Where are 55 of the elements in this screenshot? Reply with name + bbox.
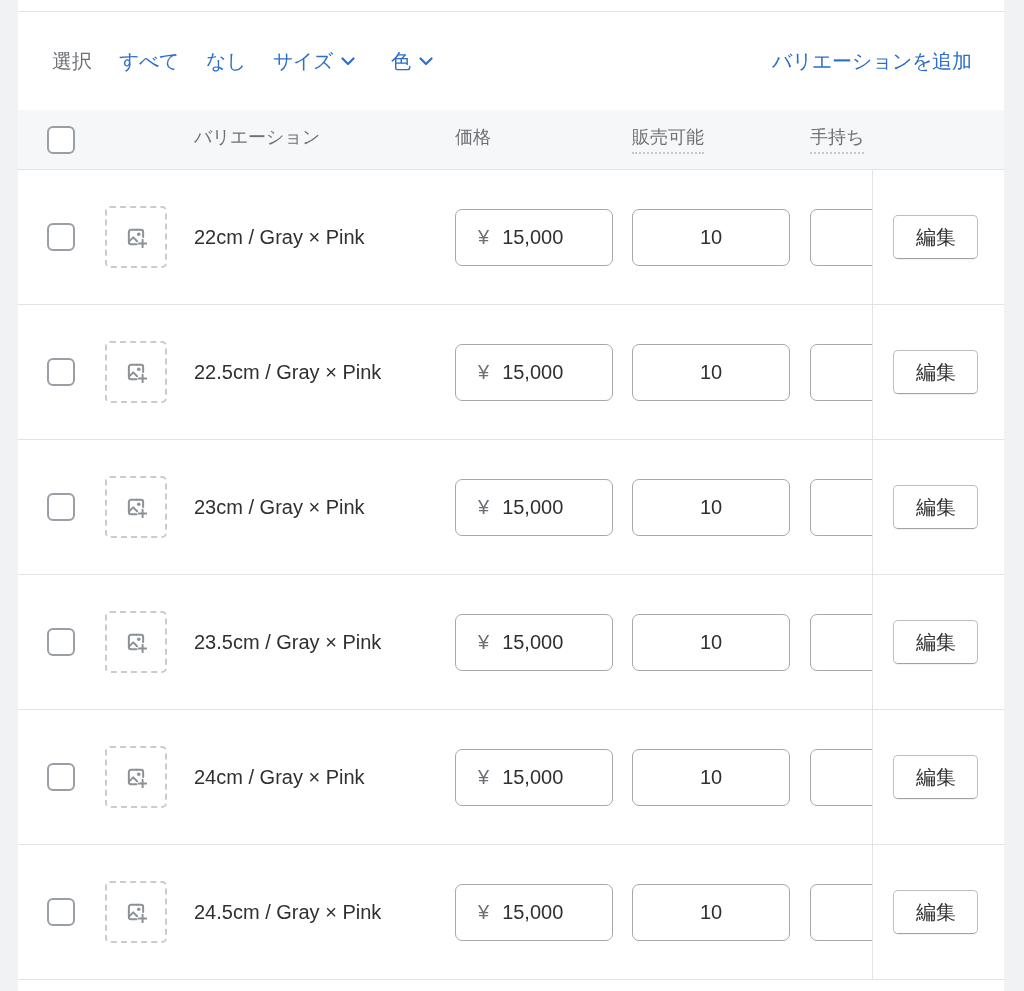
row-checkbox[interactable] xyxy=(47,493,75,521)
edit-button[interactable]: 編集 xyxy=(893,620,978,664)
variant-name: 23cm / Gray × Pink xyxy=(194,495,365,519)
image-add-icon xyxy=(125,631,147,653)
edit-button[interactable]: 編集 xyxy=(893,755,978,799)
image-add-icon xyxy=(125,901,147,923)
add-image-button[interactable] xyxy=(105,746,167,808)
price-field[interactable]: ¥ 15,000 xyxy=(455,343,613,401)
row-checkbox[interactable] xyxy=(47,358,75,386)
image-add-icon xyxy=(125,226,147,248)
add-image-button[interactable] xyxy=(105,611,167,673)
edit-button[interactable]: 編集 xyxy=(893,485,978,529)
variant-name: 22cm / Gray × Pink xyxy=(194,225,365,249)
available-field[interactable]: 10 xyxy=(632,478,790,536)
row-checkbox[interactable] xyxy=(47,898,75,926)
row-checkbox[interactable] xyxy=(47,223,75,251)
image-add-icon xyxy=(125,361,147,383)
column-header: 手持ち xyxy=(810,125,864,154)
price-field[interactable]: ¥ 15,000 xyxy=(455,613,613,671)
price-field[interactable]: ¥ 15,000 xyxy=(455,748,613,806)
column-header: 価格 xyxy=(455,126,491,149)
select-all-checkbox[interactable] xyxy=(47,125,75,154)
column-header: バリエーション xyxy=(194,126,320,149)
available-field[interactable]: 10 xyxy=(632,613,790,671)
variant-name: 24.5cm / Gray × Pink xyxy=(194,900,382,924)
dropdown-button[interactable]: サイズ xyxy=(273,47,355,75)
price-field[interactable]: ¥ 15,000 xyxy=(455,478,613,536)
available-field[interactable]: 10 xyxy=(632,748,790,806)
edit-button[interactable]: 編集 xyxy=(893,350,978,394)
available-field[interactable]: 10 xyxy=(632,883,790,941)
select-link[interactable]: なし xyxy=(206,47,246,75)
price-field[interactable]: ¥ 15,000 xyxy=(455,883,613,941)
available-field[interactable]: 10 xyxy=(632,343,790,401)
variant-name: 22.5cm / Gray × Pink xyxy=(194,360,382,384)
select-label: 選択 xyxy=(52,48,92,74)
available-field[interactable]: 10 xyxy=(632,208,790,266)
edit-button[interactable]: 編集 xyxy=(893,215,978,259)
add-image-button[interactable] xyxy=(105,206,167,268)
add-image-button[interactable] xyxy=(105,881,167,943)
edit-button[interactable]: 編集 xyxy=(893,890,978,934)
price-field[interactable]: ¥ 15,000 xyxy=(455,208,613,266)
add-image-button[interactable] xyxy=(105,476,167,538)
add-variant-link[interactable]: バリエーションを追加 xyxy=(772,47,972,75)
variant-name: 23.5cm / Gray × Pink xyxy=(194,630,382,654)
column-header: 販売可能 xyxy=(632,125,704,154)
row-checkbox[interactable] xyxy=(47,628,75,656)
chevron-down-icon xyxy=(341,56,355,66)
dropdown-button[interactable]: 色 xyxy=(391,47,433,75)
select-link[interactable]: すべて xyxy=(119,47,179,75)
chevron-down-icon xyxy=(419,56,433,66)
image-add-icon xyxy=(125,766,147,788)
row-checkbox[interactable] xyxy=(47,763,75,791)
image-add-icon xyxy=(125,496,147,518)
add-image-button[interactable] xyxy=(105,341,167,403)
variant-name: 24cm / Gray × Pink xyxy=(194,765,365,789)
